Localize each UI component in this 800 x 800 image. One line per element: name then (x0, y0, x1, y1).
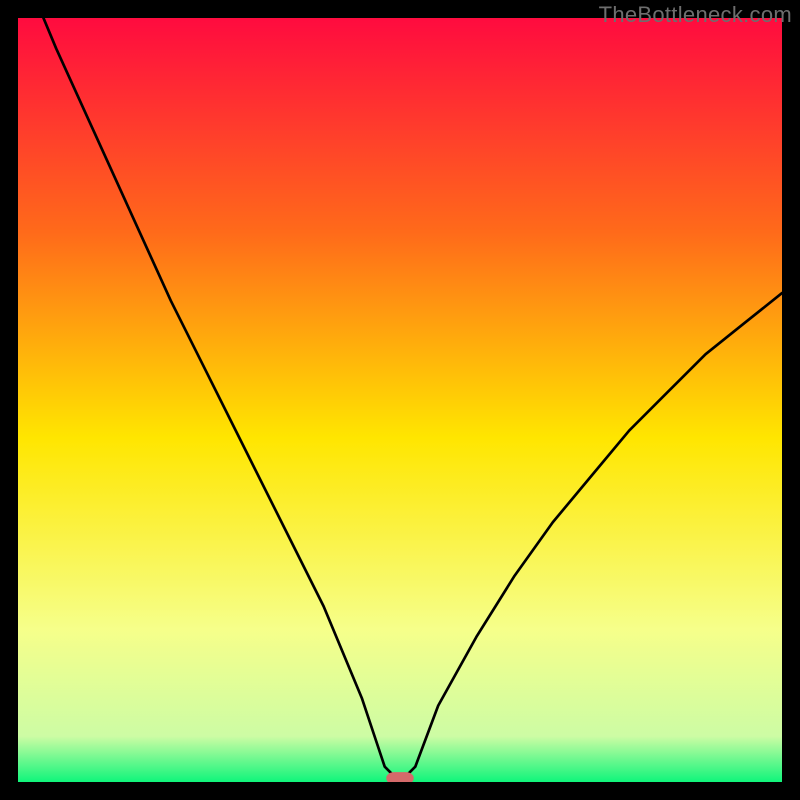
chart-svg (18, 18, 782, 782)
chart-frame: TheBottleneck.com (0, 0, 800, 800)
plot-area (18, 18, 782, 782)
marker (386, 772, 414, 782)
gradient-background (18, 18, 782, 782)
